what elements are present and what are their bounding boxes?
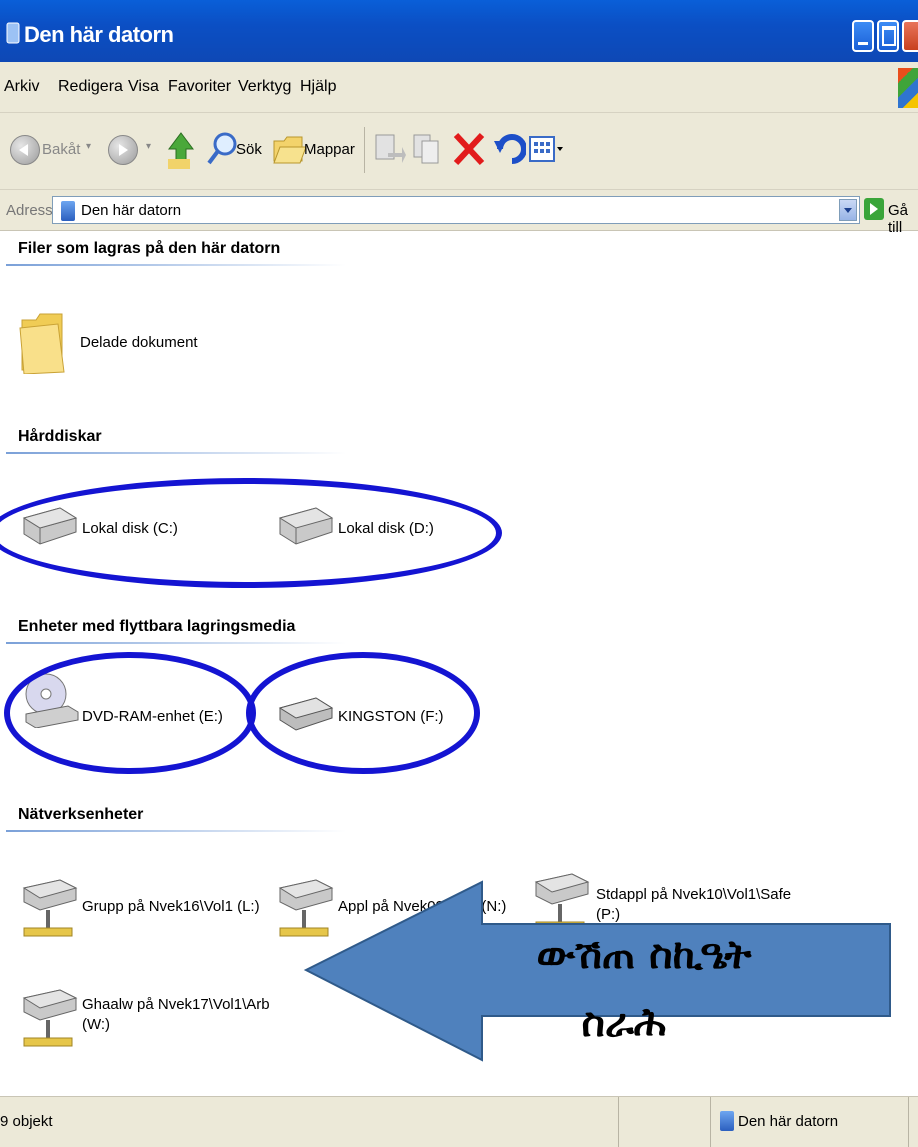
forward-dropdown-icon[interactable]: ▾	[146, 141, 151, 152]
menu-edit[interactable]: Redigera	[58, 78, 123, 96]
up-folder-icon[interactable]	[166, 131, 196, 176]
address-label: Adress	[6, 202, 53, 219]
item-network-drive-l[interactable]: Grupp på Nvek16\Vol1 (L:)	[82, 898, 260, 915]
menu-file[interactable]: Arkiv	[4, 78, 40, 96]
title-bar: Den här datorn	[0, 0, 918, 62]
item-shared-documents[interactable]: Delade dokument	[80, 334, 198, 351]
section-divider	[6, 452, 346, 454]
status-divider	[908, 1097, 909, 1147]
folders-button-label[interactable]: Mappar	[304, 141, 355, 158]
go-arrow-icon[interactable]	[864, 198, 884, 220]
highlight-ellipse	[4, 652, 256, 774]
item-network-drive-w[interactable]: Ghaalw på Nvek17\Vol1\Arb	[82, 996, 270, 1013]
section-title-removable: Enheter med flyttbara lagringsmedia	[18, 618, 296, 635]
section-title-network: Nätverksenheter	[18, 806, 144, 823]
menu-tools[interactable]: Verktyg	[238, 78, 291, 96]
toolbar-separator	[364, 127, 365, 173]
go-button-label[interactable]: Gå till	[888, 202, 918, 236]
menu-bar: Arkiv Redigera Visa Favoriter Verktyg Hj…	[0, 62, 918, 113]
back-dropdown-icon[interactable]: ▾	[86, 141, 91, 152]
highlight-ellipse	[0, 478, 502, 588]
maximize-button[interactable]	[877, 20, 899, 52]
windows-logo	[898, 68, 918, 108]
section-divider	[6, 264, 346, 266]
computer-icon	[6, 22, 20, 46]
menu-view[interactable]: Visa	[128, 78, 159, 96]
computer-icon	[61, 201, 75, 221]
search-button-label[interactable]: Sök	[236, 141, 262, 158]
back-button-label[interactable]: Bakåt	[42, 141, 80, 158]
status-divider	[618, 1097, 619, 1147]
address-bar: Adress Den här datorn Gå till	[0, 190, 918, 236]
address-input[interactable]: Den här datorn	[52, 196, 860, 224]
folders-icon[interactable]	[272, 133, 308, 170]
undo-icon[interactable]	[494, 131, 527, 172]
annotation-text: ውሽጠ ስኪዔት	[536, 932, 752, 978]
close-button[interactable]	[902, 20, 918, 52]
status-location: Den här datorn	[738, 1113, 839, 1130]
status-bar: 9 objekt Den här datorn	[0, 1096, 918, 1147]
toolbar: Bakåt ▾ ▾ Sök Mappar	[0, 113, 918, 190]
move-to-icon[interactable]	[372, 133, 406, 170]
section-title-files: Filer som lagras på den här datorn	[18, 240, 281, 257]
menu-favorites[interactable]: Favoriter	[168, 78, 231, 96]
highlight-ellipse	[246, 652, 480, 774]
section-title-harddisks: Hårddiskar	[18, 428, 102, 445]
views-icon[interactable]	[528, 135, 564, 170]
item-network-drive-w-letter[interactable]: (W:)	[82, 1016, 110, 1033]
folder-icon[interactable]	[18, 312, 66, 375]
section-divider	[6, 642, 346, 644]
network-drive-icon[interactable]	[20, 878, 78, 949]
back-icon[interactable]	[10, 135, 40, 165]
minimize-button[interactable]	[852, 20, 874, 52]
menu-help[interactable]: Hjälp	[300, 78, 336, 96]
forward-icon[interactable]	[108, 135, 138, 165]
copy-to-icon[interactable]	[412, 133, 446, 170]
status-divider	[710, 1097, 711, 1147]
window-title: Den här datorn	[24, 22, 174, 47]
computer-icon	[720, 1111, 734, 1131]
address-dropdown-icon[interactable]	[839, 199, 857, 221]
network-drive-icon[interactable]	[20, 988, 78, 1059]
address-value: Den här datorn	[81, 202, 182, 219]
search-icon[interactable]	[206, 131, 238, 172]
annotation-text: ስራሕ	[581, 1000, 667, 1046]
delete-icon[interactable]	[452, 131, 486, 172]
section-divider	[6, 830, 346, 832]
status-object-count: 9 objekt	[0, 1113, 53, 1130]
